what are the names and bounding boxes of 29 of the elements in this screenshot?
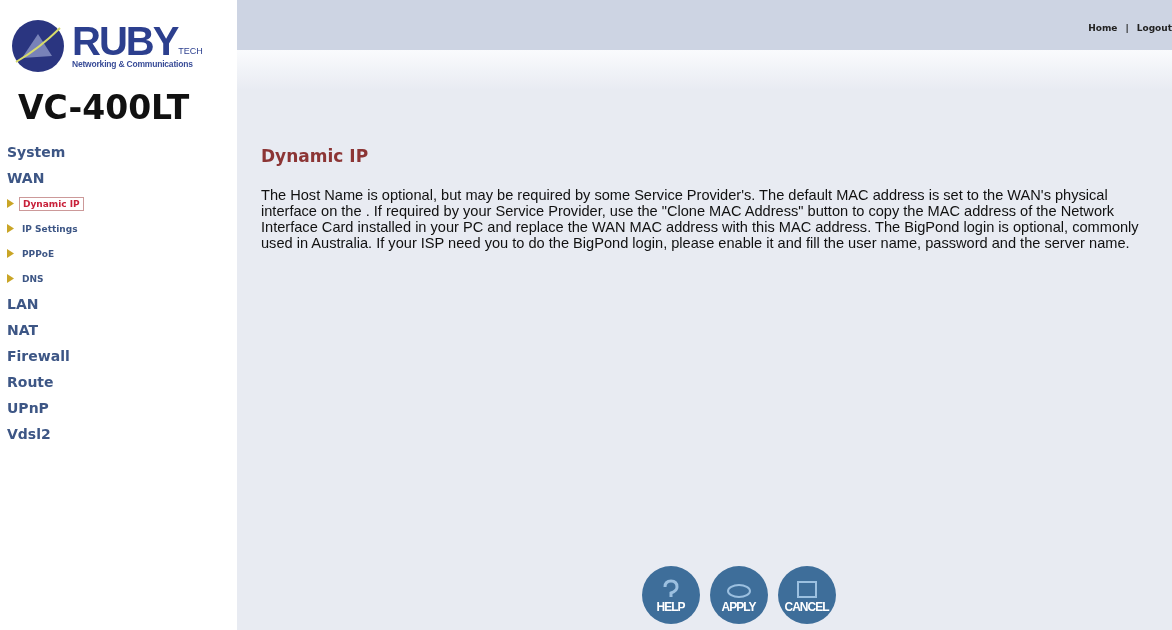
nav-sub-link[interactable]: Dynamic IP bbox=[19, 196, 84, 211]
page-description: The Host Name is optional, but may be required by some Service Provider's. The default MAC address is set to the WAN's physical interface on the . If required by your Service Provider, use the "Clone MAC Address" button to copy the MAC address of the Network Interface Card installed in your PC and replace the WAN MAC address with this MAC address. The BigPond login is optional, commonly used in Australia. If your ISP need you to do the BigPond login, please enable it and fill the user name, password and the server name. bbox=[261, 187, 1140, 251]
top-link[interactable]: Home bbox=[1088, 23, 1118, 33]
brand-tagline: Networking & Communications bbox=[72, 59, 194, 69]
link-separator: | bbox=[1125, 23, 1129, 33]
triangle-bullet-icon bbox=[7, 199, 14, 208]
page-title: Dynamic IP bbox=[261, 146, 370, 166]
triangle-bullet-icon bbox=[7, 249, 14, 258]
nav-section-link[interactable]: UPnP bbox=[7, 395, 49, 421]
nav-section-link[interactable]: Route bbox=[7, 369, 54, 395]
help-button[interactable]: HELP bbox=[641, 566, 700, 624]
brand-name: RUBY bbox=[72, 23, 178, 59]
triangle-bullet-icon bbox=[7, 224, 14, 233]
cancel-button[interactable]: CANCEL bbox=[777, 566, 836, 624]
nav-section-link[interactable]: NAT bbox=[7, 317, 38, 343]
nav-sub-link[interactable]: DNS bbox=[19, 272, 47, 285]
model-name: VC-400LT bbox=[18, 88, 191, 127]
nav-section-link[interactable]: System bbox=[7, 139, 66, 165]
brand-suffix: TECH bbox=[178, 46, 203, 56]
top-link[interactable]: Logout bbox=[1136, 23, 1172, 33]
apply-button[interactable]: APPLY bbox=[709, 566, 768, 624]
nav-sub-link[interactable]: IP Settings bbox=[19, 222, 81, 235]
nav-section-link[interactable]: WAN bbox=[7, 165, 45, 191]
nav-sub-link[interactable]: PPPoE bbox=[19, 247, 58, 260]
globe-icon bbox=[10, 18, 66, 74]
triangle-bullet-icon bbox=[7, 274, 14, 283]
nav-section-link[interactable]: Vdsl2 bbox=[7, 421, 51, 447]
nav-section-link[interactable]: LAN bbox=[7, 291, 39, 317]
nav-section-link[interactable]: Firewall bbox=[7, 343, 70, 369]
